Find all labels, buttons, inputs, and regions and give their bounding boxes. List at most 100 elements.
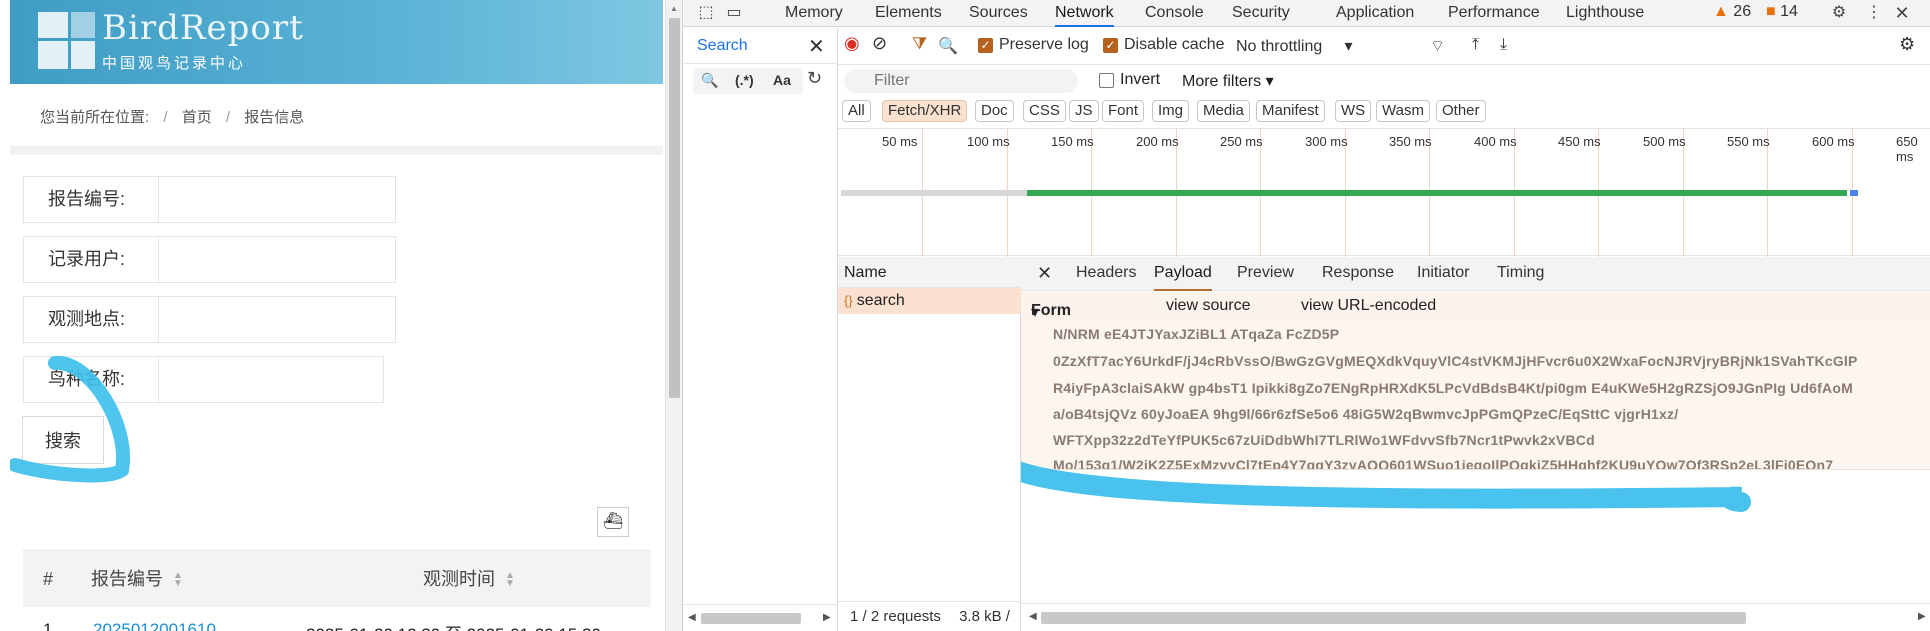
filter-funnel-icon[interactable]: ⧩ bbox=[912, 34, 927, 54]
disable-cache-checkbox[interactable]: ✓ bbox=[1103, 38, 1118, 53]
throttling-select[interactable]: No throttling ▾ bbox=[1236, 36, 1353, 56]
close-details-icon[interactable]: ✕ bbox=[1037, 257, 1052, 291]
warnings-badge[interactable]: ▲ 26 bbox=[1713, 3, 1751, 21]
search-hscrollbar[interactable]: ◀ ▶ bbox=[683, 604, 838, 631]
view-source-link[interactable]: view source bbox=[1166, 297, 1250, 315]
scroll-left-icon[interactable]: ◀ bbox=[1029, 611, 1037, 622]
type-filter-manifest[interactable]: Manifest bbox=[1256, 100, 1325, 122]
timeline-request-bar bbox=[1027, 190, 1847, 196]
scroll-right-icon[interactable]: ▶ bbox=[823, 612, 831, 623]
column-name[interactable]: Name bbox=[838, 257, 1021, 288]
details-hscrollbar[interactable]: ◀ ▶ bbox=[1021, 603, 1930, 631]
network-toolbar: ◉ ⊘ ⧩ 🔍 ✓ Preserve log ✓ Disable cache N… bbox=[838, 28, 1930, 65]
device-toolbar-icon[interactable]: ▭ bbox=[723, 2, 745, 24]
type-filter-doc[interactable]: Doc bbox=[975, 100, 1014, 122]
column-report-number[interactable]: 报告编号 ▲ ▼ bbox=[91, 551, 183, 608]
location-input[interactable] bbox=[160, 297, 395, 342]
tab-payload[interactable]: Payload bbox=[1154, 257, 1212, 291]
scroll-left-icon[interactable]: ◀ bbox=[688, 612, 696, 623]
scroll-up-icon[interactable]: ▲ bbox=[670, 4, 678, 13]
tab-timing[interactable]: Timing bbox=[1497, 257, 1544, 291]
tab-network[interactable]: Network bbox=[1055, 0, 1114, 27]
more-options-icon[interactable]: ⋮ bbox=[1863, 2, 1885, 24]
filter-input[interactable] bbox=[844, 69, 1078, 93]
sort-icon[interactable]: ▲ ▼ bbox=[505, 571, 515, 589]
import-har-icon[interactable]: ⤒ bbox=[1472, 36, 1479, 54]
location-row: 观测地点: bbox=[23, 296, 396, 343]
type-filter-fetch-xhr[interactable]: Fetch/XHR bbox=[882, 100, 968, 122]
scrollbar-thumb[interactable] bbox=[1041, 612, 1746, 624]
export-icon[interactable]: ⛴ bbox=[597, 507, 629, 537]
regex-toggle[interactable]: (.*) bbox=[735, 72, 754, 88]
invert-checkbox[interactable] bbox=[1099, 73, 1114, 88]
recorder-label: 记录用户: bbox=[24, 237, 159, 282]
scrollbar-thumb[interactable] bbox=[669, 18, 680, 398]
timeline-tick-label: 450 ms bbox=[1558, 134, 1601, 149]
annotation-scribble bbox=[10, 356, 130, 483]
page-scrollbar[interactable]: ▲ bbox=[665, 0, 682, 631]
view-url-encoded-link[interactable]: view URL-encoded bbox=[1301, 297, 1436, 315]
type-filter-ws[interactable]: WS bbox=[1335, 100, 1372, 122]
type-filter-js[interactable]: JS bbox=[1069, 100, 1099, 122]
tab-lighthouse[interactable]: Lighthouse bbox=[1566, 0, 1644, 27]
tab-performance[interactable]: Performance bbox=[1448, 0, 1540, 27]
inspect-element-icon[interactable]: ⬚ bbox=[695, 2, 717, 24]
type-filter-css[interactable]: CSS bbox=[1023, 100, 1066, 122]
timeline-tick-label: 600 ms bbox=[1812, 134, 1855, 149]
close-search-icon[interactable]: ✕ bbox=[808, 34, 825, 59]
breadcrumb-home-link[interactable]: 首页 bbox=[182, 109, 212, 126]
search-network-icon[interactable]: 🔍 bbox=[938, 36, 958, 56]
tab-application[interactable]: Application bbox=[1336, 0, 1414, 27]
tab-preview[interactable]: Preview bbox=[1237, 257, 1294, 291]
refresh-icon[interactable]: ↻ bbox=[807, 68, 822, 89]
close-devtools-icon[interactable]: ✕ bbox=[1891, 2, 1913, 24]
type-filter-font[interactable]: Font bbox=[1102, 100, 1145, 122]
transfer-size: 3.8 kB / bbox=[959, 608, 1010, 625]
table-header: # 报告编号 ▲ ▼ 观测时间 ▲ ▼ bbox=[23, 550, 651, 607]
clear-icon[interactable]: ⊘ bbox=[872, 33, 887, 54]
search-drawer-title[interactable]: Search bbox=[697, 37, 748, 55]
payload-line: a/oB4tsjQVz 60yJoaEA 9hg9l/66r6zfSe5o6 4… bbox=[1053, 406, 1679, 422]
settings-gear-icon[interactable]: ⚙ bbox=[1828, 2, 1850, 24]
recorder-input[interactable] bbox=[160, 237, 395, 282]
column-index: # bbox=[43, 569, 54, 589]
tab-memory[interactable]: Memory bbox=[785, 0, 843, 27]
location-label: 观测地点: bbox=[24, 297, 159, 342]
preserve-log-checkbox[interactable]: ✓ bbox=[978, 38, 993, 53]
species-input[interactable] bbox=[160, 357, 383, 402]
issue-icon: ■ bbox=[1766, 3, 1776, 20]
network-settings-gear-icon[interactable]: ⚙ bbox=[1899, 34, 1915, 55]
network-conditions-icon[interactable]: ⌔ bbox=[1430, 36, 1445, 56]
section-divider bbox=[10, 146, 663, 155]
export-har-icon[interactable]: ⤓ bbox=[1500, 36, 1507, 54]
tab-sources[interactable]: Sources bbox=[969, 0, 1028, 27]
column-observation-time[interactable]: 观测时间 ▲ ▼ bbox=[423, 551, 515, 608]
type-filter-media[interactable]: Media bbox=[1197, 100, 1250, 122]
magnifier-icon: 🔍 bbox=[701, 72, 719, 88]
request-row[interactable]: {} search bbox=[838, 288, 1021, 314]
report-number-input[interactable] bbox=[160, 177, 395, 222]
tab-initiator[interactable]: Initiator bbox=[1417, 257, 1469, 291]
devtools-panel: ⬚ ▭ Memory Elements Sources Network Cons… bbox=[682, 0, 1930, 631]
type-filter-all[interactable]: All bbox=[842, 100, 871, 122]
match-case-toggle[interactable]: Aa bbox=[773, 72, 791, 88]
tab-response[interactable]: Response bbox=[1322, 257, 1394, 291]
search-query-row[interactable]: 🔍 (.*) Aa bbox=[693, 68, 803, 94]
issues-badge[interactable]: ■ 14 bbox=[1766, 3, 1798, 21]
timeline-overview[interactable]: 50 ms 100 ms 150 ms 200 ms 250 ms 300 ms 350 m… bbox=[838, 128, 1930, 257]
row-report-link[interactable]: 2025012001610 bbox=[93, 620, 216, 631]
tab-elements[interactable]: Elements bbox=[875, 0, 942, 27]
more-filters-dropdown[interactable]: More filters ▾ bbox=[1182, 71, 1274, 91]
tab-security[interactable]: Security bbox=[1232, 0, 1290, 27]
sort-icon[interactable]: ▲ ▼ bbox=[173, 571, 183, 589]
type-filter-wasm[interactable]: Wasm bbox=[1376, 100, 1430, 122]
form-data-header[interactable]: ▾Form Data view source view URL-encoded bbox=[1021, 292, 1930, 337]
tab-console[interactable]: Console bbox=[1145, 0, 1204, 27]
timeline-tick-label: 350 ms bbox=[1389, 134, 1432, 149]
tab-headers[interactable]: Headers bbox=[1076, 257, 1136, 291]
scrollbar-thumb[interactable] bbox=[701, 613, 801, 624]
record-stop-icon[interactable]: ◉ bbox=[844, 33, 860, 54]
type-filter-other[interactable]: Other bbox=[1436, 100, 1486, 122]
type-filter-img[interactable]: Img bbox=[1152, 100, 1190, 122]
scroll-right-icon[interactable]: ▶ bbox=[1918, 611, 1926, 622]
